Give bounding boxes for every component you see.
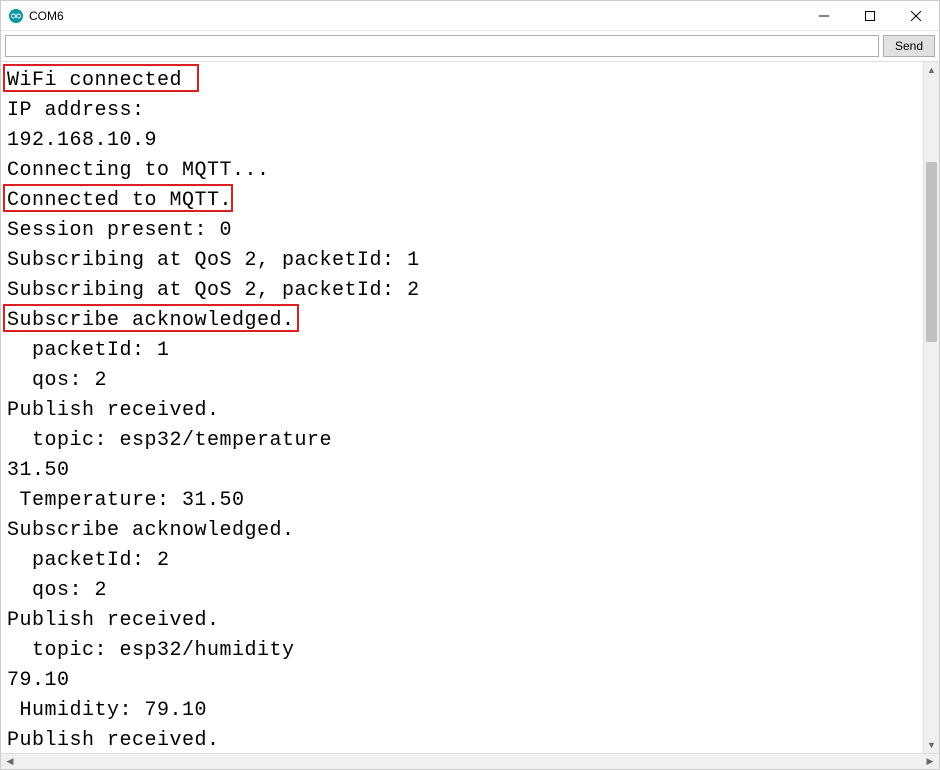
horizontal-scrollbar[interactable]: ◀ ▶: [1, 753, 939, 769]
send-button[interactable]: Send: [883, 35, 935, 57]
output-line: packetId: 1: [7, 336, 923, 366]
output-line: qos: 2: [7, 366, 923, 396]
window-controls: [801, 1, 939, 30]
output-line: topic: esp32/temperature: [7, 426, 923, 456]
output-line: 192.168.10.9: [7, 126, 923, 156]
serial-monitor-window: COM6 Send WiFi connectedIP address:192.1…: [0, 0, 940, 770]
output-line: Connected to MQTT.: [7, 186, 923, 216]
output-line: Publish received.: [7, 606, 923, 636]
maximize-button[interactable]: [847, 1, 893, 30]
window-title: COM6: [29, 9, 64, 23]
output-line: topic: esp32/humidity: [7, 636, 923, 666]
output-line: 31.50: [7, 456, 923, 486]
output-line: WiFi connected: [7, 66, 923, 96]
output-line: Subscribing at QoS 2, packetId: 2: [7, 276, 923, 306]
scroll-down-icon[interactable]: ▼: [924, 737, 939, 753]
scroll-thumb[interactable]: [926, 162, 937, 342]
output-line: Subscribe acknowledged.: [7, 306, 923, 336]
output-line: Subscribing at QoS 2, packetId: 1: [7, 246, 923, 276]
scroll-up-icon[interactable]: ▲: [924, 62, 939, 78]
output-line: qos: 2: [7, 576, 923, 606]
output-line: Humidity: 79.10: [7, 696, 923, 726]
scroll-right-icon[interactable]: ▶: [923, 755, 937, 769]
scroll-left-icon[interactable]: ◀: [3, 755, 17, 769]
output-line: IP address:: [7, 96, 923, 126]
output-line: Session present: 0: [7, 216, 923, 246]
output-line: Connecting to MQTT...: [7, 156, 923, 186]
output-line: 79.10: [7, 666, 923, 696]
content-area: WiFi connectedIP address:192.168.10.9Con…: [1, 62, 939, 753]
output-line: Publish received.: [7, 726, 923, 753]
minimize-button[interactable]: [801, 1, 847, 30]
arduino-icon: [9, 9, 23, 23]
serial-output: WiFi connectedIP address:192.168.10.9Con…: [1, 62, 923, 753]
output-line: Subscribe acknowledged.: [7, 516, 923, 546]
input-row: Send: [1, 31, 939, 62]
output-line: Publish received.: [7, 396, 923, 426]
serial-input[interactable]: [5, 35, 879, 57]
output-line: Temperature: 31.50: [7, 486, 923, 516]
titlebar: COM6: [1, 1, 939, 31]
output-line: packetId: 2: [7, 546, 923, 576]
vertical-scrollbar[interactable]: ▲ ▼: [923, 62, 939, 753]
close-button[interactable]: [893, 1, 939, 30]
